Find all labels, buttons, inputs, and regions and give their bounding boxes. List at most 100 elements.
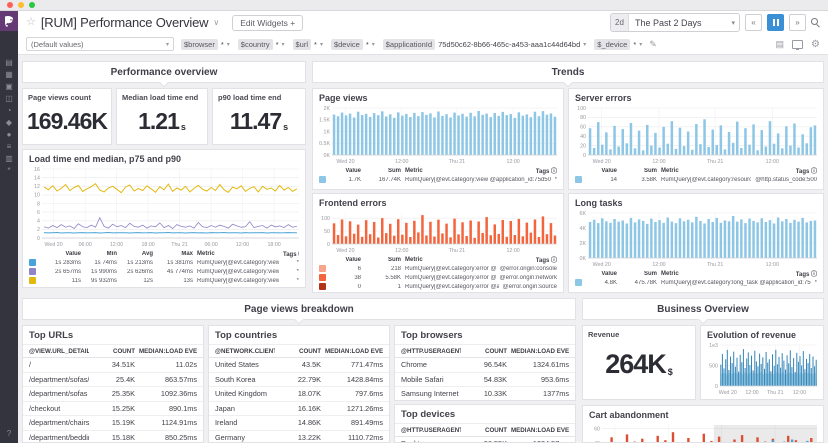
group-trends[interactable]: Trends <box>312 61 824 83</box>
maximize-window-button[interactable] <box>29 2 35 8</box>
table-row[interactable]: United States43.5K771.47ms <box>209 358 389 373</box>
time-forward-button[interactable]: » <box>789 14 806 31</box>
variable-chip-device[interactable]: $device*▾ <box>331 39 375 50</box>
favorite-star-icon[interactable]: ☆ <box>26 17 36 28</box>
variable-chip-browser[interactable]: $browser*▾ <box>181 39 230 50</box>
load-time-chart[interactable]: 0246810121416Wed 2006:0012:0018:00Thu 21… <box>26 166 302 248</box>
chip-name: $applicationId <box>383 39 435 50</box>
group-page-views-breakdown[interactable]: Page views breakdown <box>22 298 576 320</box>
table-row[interactable]: Mobile Safari54.83K953.6ms <box>395 373 575 388</box>
cart-abandonment-chart[interactable]: 0204060Wed 2012:00Thu 2112:00 <box>586 422 820 443</box>
table-title: Top countries <box>209 326 389 345</box>
dashboards-icon[interactable]: ▦ <box>0 69 18 81</box>
svg-text:12:00: 12:00 <box>395 159 408 165</box>
table-row[interactable]: /department/bedding/p15.18K850.25ms <box>23 431 203 443</box>
zoom-search-icon[interactable] <box>811 18 820 27</box>
table-row[interactable]: South Korea22.79K1428.84ms <box>209 373 389 388</box>
legend-header: ValueSumMetricTags ⓘ <box>575 269 817 278</box>
table-header-row: @HTTP.USERAGENT_DCOUNTMEDIAN:LOAD EVENT <box>395 424 575 437</box>
server-errors-chart[interactable]: 020406080100Wed 2012:00Thu 2112:00 <box>572 105 820 165</box>
page-views-chart[interactable]: 0K0.5K1K1.5K2KWed 2012:00Thu 2112:00 <box>316 105 560 165</box>
variable-chip-url[interactable]: $url*▾ <box>293 39 323 50</box>
chevron-down-icon[interactable]: ∨ <box>213 18 219 27</box>
legend-swatch <box>29 277 36 284</box>
logs-icon[interactable]: ▥ <box>0 153 18 165</box>
table-row[interactable]: Ireland14.86K891.49ms <box>209 416 389 431</box>
group-performance-overview[interactable]: Performance overview <box>22 61 306 83</box>
time-backward-button[interactable]: « <box>745 14 762 31</box>
widget-frontend-errors: Frontend errors 050100Wed 2012:00Thu 211… <box>312 193 564 293</box>
edit-widgets-button[interactable]: Edit Widgets + <box>232 15 303 31</box>
table-row[interactable]: Japan16.16K1271.26ms <box>209 402 389 417</box>
svg-text:80: 80 <box>580 115 586 121</box>
edit-variables-pencil-icon[interactable]: ✎ <box>649 39 657 50</box>
pause-button[interactable] <box>767 14 784 31</box>
notebook-list-icon[interactable]: ▤ <box>776 39 785 50</box>
table-row[interactable]: Chrome96.54K1324.61ms <box>395 358 575 373</box>
legend-swatch <box>319 176 326 183</box>
legend-row[interactable]: 6218RumQuery[@evt.category:error @applic… <box>319 264 557 273</box>
help-icon[interactable]: ? <box>0 429 18 438</box>
legend-row[interactable]: 1.7K167.74KRumQuery[@evt.category:view @… <box>319 175 557 184</box>
table-row[interactable]: /department/chairs15.19K1124.91ms <box>23 416 203 431</box>
table-row[interactable]: Samsung Internet10.33K1377ms <box>395 387 575 401</box>
legend-swatch <box>29 268 36 275</box>
svg-text:12:00: 12:00 <box>395 248 408 254</box>
variable-chip-country[interactable]: $country*▾ <box>238 39 285 50</box>
variable-chip-applicationId[interactable]: $applicationId75d50c62-8b66-465c-a453-aa… <box>383 39 587 50</box>
table-row[interactable]: Desktop96.55K1324.57ms <box>395 437 575 443</box>
stat-unit: $ <box>668 368 673 378</box>
legend-row[interactable]: 01RumQuery[@evt.category:error @applicat… <box>319 282 557 291</box>
frontend-errors-chart[interactable]: 050100Wed 2012:00Thu 2112:00 <box>316 210 560 254</box>
table-row[interactable]: /department/sofas/pro25.4K863.57ms <box>23 373 203 388</box>
legend-row[interactable]: 143.58KRumQuery[@evt.category:resource @… <box>575 175 817 184</box>
table-row[interactable]: /34.51K11.02s <box>23 358 203 373</box>
group-title: Performance overview <box>111 67 218 78</box>
table-row[interactable]: Germany13.22K1110.72ms <box>209 431 389 443</box>
close-window-button[interactable] <box>7 2 13 8</box>
metrics-icon[interactable]: ◔ <box>0 105 18 117</box>
legend-header: ValueSumMetricTags ⓘ <box>319 166 557 175</box>
chip-name: $url <box>293 39 312 50</box>
chip-caret-icon: ▾ <box>320 41 323 48</box>
datadog-logo-icon[interactable] <box>0 11 18 31</box>
table-header-row: @VIEW.URL_DETAILS.PATHCOUNTMEDIAN:LOAD E… <box>23 345 203 358</box>
security-icon[interactable]: * <box>0 165 18 177</box>
apm-icon[interactable]: ● <box>0 129 18 141</box>
legend-row[interactable]: 2s 657ms1s 990ms2s 626ms4s 774msRumQuery… <box>29 267 299 276</box>
legend-row[interactable]: 385.58KRumQuery[@evt.category:error @app… <box>319 273 557 282</box>
notebooks-icon[interactable]: ≡ <box>0 141 18 153</box>
infrastructure-icon[interactable]: ▣ <box>0 81 18 93</box>
sidebar-nav: ▤▦▣◫◔◆●≡▥* ? <box>0 11 18 443</box>
tv-mode-icon[interactable] <box>792 40 803 49</box>
default-values-caret-icon: ▾ <box>166 41 169 48</box>
table-row[interactable]: United Kingdom18.07K797.6ms <box>209 387 389 402</box>
legend-row[interactable]: 4.8K475.78KRumQuery[@evt.category:long_t… <box>575 278 817 287</box>
svg-text:Thu 21: Thu 21 <box>707 159 724 165</box>
chip-name: $device <box>331 39 363 50</box>
svg-text:Wed 20: Wed 20 <box>593 262 611 268</box>
widget-server-errors: Server errors 020406080100Wed 2012:00Thu… <box>568 88 824 190</box>
svg-text:1K: 1K <box>324 129 331 135</box>
minimize-window-button[interactable] <box>18 2 24 8</box>
settings-gear-icon[interactable]: ⚙ <box>811 39 820 50</box>
variable-chip-_device[interactable]: $_device*▾ <box>594 39 642 50</box>
events-icon[interactable]: ▤ <box>0 57 18 69</box>
table-row[interactable]: /department/sofas25.35K1092.36ms <box>23 387 203 402</box>
stat-label: Median load time end <box>117 89 207 102</box>
monitors-icon[interactable]: ◫ <box>0 93 18 105</box>
default-values-select[interactable]: (Default values) ▾ <box>26 37 174 51</box>
legend-row[interactable]: 1s 283ms1s 74ms1s 213ms1s 381msRumQuery[… <box>29 258 299 267</box>
integrations-icon[interactable]: ◆ <box>0 117 18 129</box>
stat-label: Page views count <box>23 89 111 102</box>
svg-text:6K: 6K <box>580 211 587 217</box>
group-business-overview[interactable]: Business Overview <box>582 298 824 320</box>
legend-header: ValueMinAvgMaxMetricTags ⓘ <box>29 249 299 258</box>
time-range-picker[interactable]: 2d The Past 2 Days ▾ <box>610 13 740 32</box>
legend-row[interactable]: 11s9s 932ms12s13sRumQuery[@evt.category:… <box>29 276 299 285</box>
filterbar-right-icons: ▤ ⚙ <box>776 39 820 50</box>
long-tasks-chart[interactable]: 0K2K4K6KWed 2012:00Thu 2112:00 <box>572 210 820 268</box>
table-row[interactable]: /checkout15.25K890.1ms <box>23 402 203 417</box>
revenue-evolution-chart[interactable]: 05001e3Wed 2012:00Thu 2112:00 <box>704 342 820 396</box>
widget-median-load-time: Median load time end 1.21s <box>116 88 208 145</box>
